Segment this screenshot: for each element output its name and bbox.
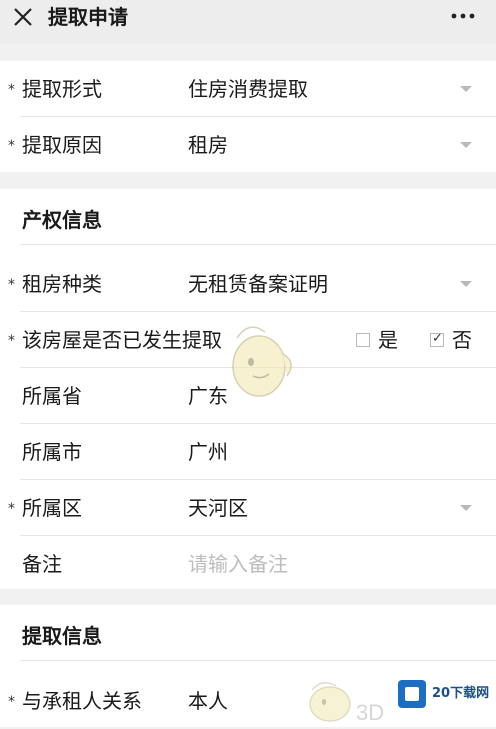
- district-row[interactable]: * 所属区 天河区: [0, 480, 496, 536]
- province-label: 所属省: [22, 384, 82, 408]
- rent-type-row[interactable]: * 租房种类 无租赁备案证明: [0, 256, 496, 312]
- page-title: 提取申请: [48, 5, 128, 29]
- divider: [20, 244, 496, 245]
- checkbox-yes[interactable]: [356, 333, 370, 347]
- required-mark: *: [8, 694, 15, 710]
- dropdown-arrow-icon[interactable]: [460, 281, 472, 287]
- rent-type-value[interactable]: 无租赁备案证明: [188, 271, 328, 297]
- required-mark: *: [8, 82, 15, 98]
- check-icon: ✓: [432, 331, 443, 346]
- section-header: 产权信息: [0, 189, 496, 245]
- relation-label: 与承租人关系: [22, 689, 142, 713]
- option-yes-label: 是: [378, 328, 398, 352]
- remark-input[interactable]: 请输入备注: [188, 551, 288, 577]
- mascot-watermark-icon: [309, 682, 351, 722]
- required-mark: *: [8, 501, 15, 517]
- mascot-watermark-icon: [232, 326, 292, 397]
- brand-logo-icon: [398, 680, 426, 708]
- city-label: 所属市: [22, 440, 82, 464]
- brand-text: 20下载网: [432, 686, 490, 701]
- required-mark: *: [8, 333, 15, 349]
- top-bar: 提取申请: [0, 0, 496, 44]
- option-no-label: 否: [452, 328, 472, 352]
- withdraw-basic-section: * 提取形式 住房消费提取 * 提取原因 租房: [0, 61, 496, 172]
- withdrawn-before-label: 该房屋是否已发生提取: [22, 328, 222, 352]
- section-header: 提取信息: [0, 605, 496, 661]
- watermark-3d-text: 3D: [356, 700, 385, 725]
- city-row: 所属市 广州: [0, 424, 496, 480]
- rent-type-label: 租房种类: [22, 272, 102, 296]
- more-icon[interactable]: [450, 10, 476, 22]
- dropdown-arrow-icon[interactable]: [460, 505, 472, 511]
- divider: [20, 660, 496, 661]
- close-icon[interactable]: [12, 6, 34, 28]
- checkbox-no[interactable]: ✓: [430, 331, 444, 347]
- remark-label: 备注: [22, 552, 62, 576]
- withdraw-form-label: 提取形式: [22, 77, 102, 101]
- required-mark: *: [8, 277, 15, 293]
- relation-value[interactable]: 本人: [188, 688, 228, 714]
- section-title: 产权信息: [22, 208, 102, 232]
- section-title: 提取信息: [22, 624, 102, 648]
- withdraw-reason-row[interactable]: * 提取原因 租房: [0, 117, 496, 173]
- withdraw-form-row[interactable]: * 提取形式 住房消费提取: [0, 61, 496, 117]
- dropdown-arrow-icon[interactable]: [460, 86, 472, 92]
- province-value: 广东: [188, 384, 228, 408]
- withdraw-reason-label: 提取原因: [22, 133, 102, 157]
- district-label: 所属区: [22, 496, 82, 520]
- withdraw-form-value[interactable]: 住房消费提取: [188, 76, 308, 102]
- city-value: 广州: [188, 440, 228, 464]
- brand-watermark: 20下载网: [398, 680, 494, 714]
- remark-row[interactable]: 备注 请输入备注: [0, 536, 496, 592]
- required-mark: *: [8, 138, 15, 154]
- withdraw-reason-value[interactable]: 租房: [188, 132, 228, 158]
- dropdown-arrow-icon[interactable]: [460, 142, 472, 148]
- district-value[interactable]: 天河区: [188, 495, 248, 521]
